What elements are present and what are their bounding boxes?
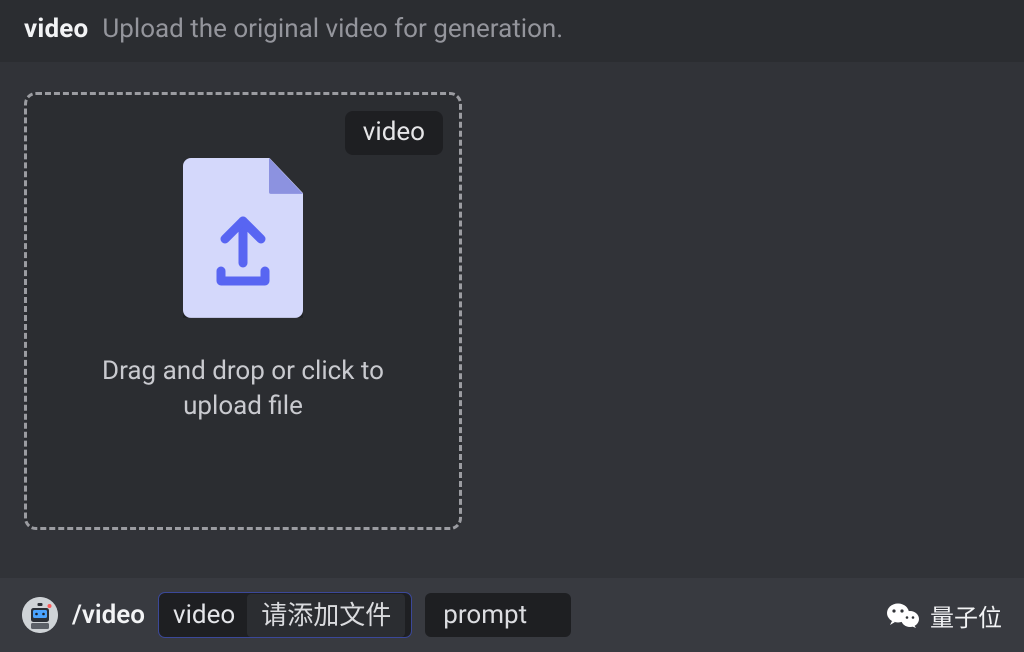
watermark-text: 量子位 [930, 598, 1002, 633]
wechat-icon [886, 601, 920, 629]
slash-command-text: /video [72, 600, 145, 630]
param-prompt[interactable]: prompt [425, 593, 571, 637]
command-header: video Upload the original video for gene… [0, 0, 1024, 62]
param-prompt-label: prompt [443, 600, 527, 630]
upload-param-label: video [345, 111, 443, 155]
param-video-value: 请添加文件 [247, 594, 405, 637]
upload-dropzone[interactable]: video Drag and drop or click to upload f… [24, 92, 462, 530]
command-title: video [24, 14, 88, 44]
bot-avatar-icon [22, 597, 58, 633]
watermark: 量子位 [886, 598, 1002, 633]
command-input-bar: /video video 请添加文件 prompt 量子位 [0, 578, 1024, 652]
param-video-label: video [173, 600, 235, 630]
file-upload-icon [183, 158, 303, 318]
upload-instruction-text: Drag and drop or click to upload file [73, 354, 413, 424]
command-description: Upload the original video for generation… [102, 14, 563, 44]
content-area: video Drag and drop or click to upload f… [0, 62, 1024, 530]
param-video[interactable]: video 请添加文件 [159, 593, 411, 637]
